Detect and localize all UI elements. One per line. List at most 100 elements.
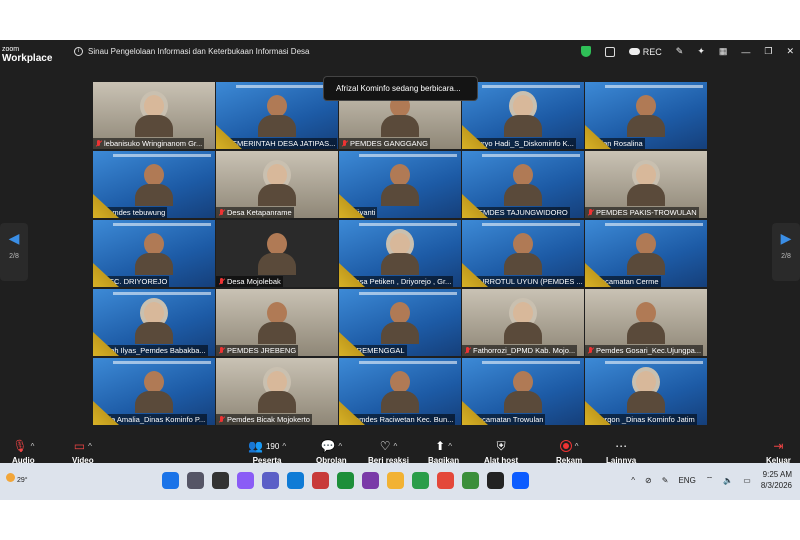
audio-caret-icon[interactable]: ^ bbox=[31, 442, 35, 451]
slide-banner bbox=[359, 154, 457, 157]
teams-icon[interactable] bbox=[262, 472, 279, 489]
logo-line2: Workplace bbox=[2, 53, 53, 64]
participant-tile[interactable]: Kecamatan Cerme bbox=[585, 220, 707, 287]
participant-video bbox=[504, 302, 542, 346]
participant-tile[interactable]: Pemdes Gosari_Kec.Ujungpa... bbox=[585, 289, 707, 356]
location-icon[interactable]: ⊘ bbox=[645, 476, 652, 485]
notes-icon[interactable] bbox=[604, 46, 615, 57]
participants-caret-icon[interactable]: ^ bbox=[282, 442, 286, 451]
language-indicator[interactable]: ENG bbox=[678, 476, 695, 485]
mic-muted-icon bbox=[464, 415, 471, 424]
chrome-profile-icon[interactable] bbox=[462, 472, 479, 489]
more-button[interactable]: ⋯ Lainnya bbox=[606, 438, 636, 465]
magic-wand-icon[interactable]: ✎ bbox=[676, 46, 684, 57]
close-icon[interactable]: ✕ bbox=[786, 46, 794, 57]
pen-icon[interactable]: ✎ bbox=[662, 476, 669, 485]
participant-tile[interactable]: Pemdes Raciwetan Kec. Bun... bbox=[339, 358, 461, 425]
file-explorer-icon[interactable] bbox=[387, 472, 404, 489]
participant-tile[interactable]: QURROTUL UYUN (PEMDES ... bbox=[462, 220, 584, 287]
share-caret-icon[interactable]: ^ bbox=[448, 442, 452, 451]
slide-banner bbox=[482, 361, 580, 364]
host-tools-button[interactable]: ⛨ Alat host bbox=[484, 438, 518, 466]
meeting-info[interactable]: i Sinau Pengelolaan Informasi dan Keterb… bbox=[74, 47, 309, 56]
cloud-recording-indicator[interactable]: REC bbox=[628, 47, 662, 57]
slide-banner bbox=[359, 292, 457, 295]
reactions-caret-icon[interactable]: ^ bbox=[393, 442, 397, 451]
participant-name: Pemdes Raciwetan Kec. Bun... bbox=[350, 415, 454, 424]
audio-button[interactable]: 🎙 ^ Audio bbox=[12, 438, 35, 465]
wifi-icon[interactable]: ⌔ bbox=[706, 475, 714, 485]
view-grid-icon[interactable]: ▦ bbox=[719, 46, 728, 57]
participant-tile[interactable]: pemdes tebuwung bbox=[93, 151, 215, 218]
weather-widget[interactable]: 29° bbox=[6, 473, 28, 484]
participants-button[interactable]: 👥 190 ^ Peserta bbox=[248, 438, 286, 465]
video-caret-icon[interactable]: ^ bbox=[88, 442, 92, 451]
chat-caret-icon[interactable]: ^ bbox=[338, 442, 342, 451]
video-button[interactable]: ▭ ^ Video bbox=[72, 438, 94, 465]
excel-icon[interactable] bbox=[337, 472, 354, 489]
search-icon[interactable] bbox=[187, 472, 204, 489]
mic-muted-icon bbox=[341, 346, 348, 355]
restore-icon[interactable]: ❐ bbox=[764, 46, 772, 57]
edge-icon[interactable] bbox=[287, 472, 304, 489]
zoom-taskbar-icon[interactable] bbox=[512, 472, 529, 489]
participant-tile[interactable]: Dian Rosalina bbox=[585, 82, 707, 149]
participant-name: Suryo Hadi_S_Diskominfo K... bbox=[473, 139, 574, 148]
participant-tile[interactable]: Desa Mojolebak bbox=[216, 220, 338, 287]
battery-icon[interactable]: ▭ bbox=[743, 476, 751, 485]
participant-tile[interactable]: Pemdes Bicak Mojokerto bbox=[216, 358, 338, 425]
leave-button[interactable]: ⇥ Keluar bbox=[766, 438, 791, 465]
title-bar: zoom Workplace i Sinau Pengelolaan Infor… bbox=[0, 40, 800, 70]
participant-name: pemdes tebuwung bbox=[104, 208, 166, 217]
chevron-left-icon: ◀ bbox=[8, 230, 20, 246]
participant-tile[interactable]: KEC. DRIYOREJO bbox=[93, 220, 215, 287]
info-icon[interactable]: i bbox=[74, 47, 83, 56]
participant-name-bar: QURROTUL UYUN (PEMDES ... bbox=[462, 276, 584, 287]
reactions-button[interactable]: ♡ ^ Beri reaksi bbox=[368, 438, 409, 465]
security-shield-icon[interactable] bbox=[580, 46, 591, 57]
volume-icon[interactable]: 🔈 bbox=[723, 476, 733, 485]
copilot-icon[interactable] bbox=[237, 472, 254, 489]
share-button[interactable]: ⬆ ^ Bagikan bbox=[428, 438, 459, 465]
participant-video bbox=[135, 164, 173, 208]
participant-tile[interactable]: Ria Amalia_Dinas Kominfo P... bbox=[93, 358, 215, 425]
participant-name-bar: Ria Amalia_Dinas Kominfo P... bbox=[93, 414, 208, 425]
participant-tile[interactable]: Suryo Hadi_S_Diskominfo K... bbox=[462, 82, 584, 149]
store-icon[interactable] bbox=[312, 472, 329, 489]
chat-button[interactable]: 💬 ^ Obrolan bbox=[316, 438, 347, 465]
sparkle-icon[interactable]: ✦ bbox=[697, 46, 705, 57]
participant-tile[interactable]: Desa Ketapanrame bbox=[216, 151, 338, 218]
record-caret-icon[interactable]: ^ bbox=[575, 442, 579, 451]
task-view-icon[interactable] bbox=[212, 472, 229, 489]
participant-tile[interactable]: PEMDES TAJUNGWIDORO bbox=[462, 151, 584, 218]
participant-tile[interactable]: Moh Ilyas_Pemdes Babakba... bbox=[93, 289, 215, 356]
participant-tile[interactable]: Desa Petiken , Driyorejo , Gr... bbox=[339, 220, 461, 287]
clock[interactable]: 9:25 AM 8/3/2026 bbox=[761, 469, 792, 491]
app-icon-red[interactable] bbox=[437, 472, 454, 489]
participant-tile[interactable]: PEMDES JREBENG bbox=[216, 289, 338, 356]
participant-tile[interactable]: Kecamatan Trowulan bbox=[462, 358, 584, 425]
participant-tile[interactable]: PEMDES PAKIS-TROWULAN bbox=[585, 151, 707, 218]
start-icon[interactable] bbox=[162, 472, 179, 489]
participant-tile[interactable]: Furqon _Dinas Kominfo Jatim bbox=[585, 358, 707, 425]
onenote-icon[interactable] bbox=[362, 472, 379, 489]
participant-video bbox=[258, 371, 296, 415]
participant-tile[interactable]: fujiyanti bbox=[339, 151, 461, 218]
slide-banner bbox=[482, 154, 580, 157]
mic-muted-icon bbox=[587, 139, 594, 148]
participant-tile[interactable]: Fathorrozi_DPMD Kab. Mojo... bbox=[462, 289, 584, 356]
media-player-icon[interactable] bbox=[487, 472, 504, 489]
previous-page-button[interactable]: ◀ 2/8 bbox=[0, 223, 28, 281]
next-page-button[interactable]: ▶ 2/8 bbox=[772, 223, 800, 281]
weather-temperature: 29° bbox=[16, 477, 28, 484]
participant-tile[interactable]: PEMERINTAH DESA JATIPAS... bbox=[216, 82, 338, 149]
record-button[interactable]: ^ Rekam bbox=[556, 438, 582, 465]
chrome-icon[interactable] bbox=[412, 472, 429, 489]
weather-sun-icon bbox=[6, 473, 15, 482]
tray-overflow-icon[interactable]: ^ bbox=[631, 476, 635, 485]
mic-muted-icon bbox=[587, 277, 594, 286]
minimize-icon[interactable]: — bbox=[741, 47, 750, 57]
participant-tile[interactable]: TIREMENGGAL bbox=[339, 289, 461, 356]
participant-tile[interactable]: lebanisuko Wringinanom Gr... bbox=[93, 82, 215, 149]
participant-video bbox=[381, 371, 419, 415]
